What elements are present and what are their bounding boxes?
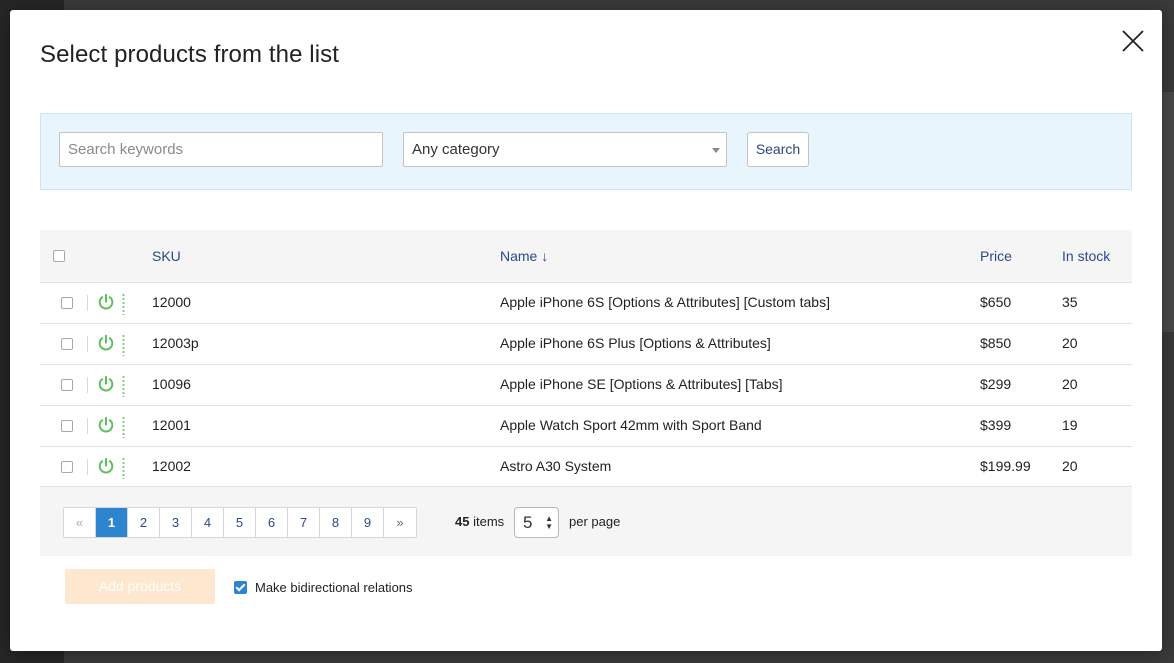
pagination: « 1 2 3 4 5 6 7 8 9 » (63, 507, 417, 538)
column-header-price[interactable]: Price (980, 248, 1012, 264)
pagination-page[interactable]: 5 (224, 508, 256, 537)
per-page-label: per page (569, 514, 621, 529)
cell-name: Apple Watch Sport 42mm with Sport Band (500, 417, 762, 433)
category-select[interactable]: Any category (403, 132, 727, 167)
cell-in-stock: 35 (1062, 294, 1078, 310)
cell-price: $299 (980, 376, 1012, 392)
bidirectional-relations-toggle[interactable]: Make bidirectional relations (234, 580, 413, 595)
add-products-button[interactable]: Add products (65, 569, 215, 604)
stepper-arrows-icon: ▲ ▼ (545, 514, 553, 531)
cell-in-stock: 19 (1062, 417, 1078, 433)
chevron-down-icon (712, 148, 720, 153)
row-checkbox[interactable] (61, 461, 73, 473)
cell-price: $199.99 (980, 458, 1031, 474)
table-row[interactable]: 12002 Astro A30 System $199.99 20 (40, 446, 1132, 487)
drag-handle-icon[interactable] (122, 457, 125, 479)
column-header-in-stock[interactable]: In stock (1062, 248, 1110, 264)
cell-name: Apple iPhone 6S Plus [Options & Attribut… (500, 335, 771, 351)
power-icon[interactable] (97, 375, 115, 393)
search-panel: Any category Search (40, 113, 1132, 190)
cell-in-stock: 20 (1062, 376, 1078, 392)
cell-sku: 10096 (152, 376, 191, 392)
cell-sku: 12002 (152, 458, 191, 474)
drag-handle-icon[interactable] (122, 334, 125, 356)
bidirectional-checkbox[interactable] (234, 581, 247, 594)
drag-handle-icon[interactable] (122, 375, 125, 397)
bidirectional-label: Make bidirectional relations (255, 580, 413, 595)
cell-in-stock: 20 (1062, 458, 1078, 474)
divider (87, 336, 88, 352)
search-input[interactable] (59, 132, 383, 167)
row-checkbox[interactable] (61, 420, 73, 432)
cell-name: Astro A30 System (500, 458, 612, 474)
row-checkbox[interactable] (61, 338, 73, 350)
divider (87, 295, 88, 311)
table-row[interactable]: 12001 Apple Watch Sport 42mm with Sport … (40, 405, 1132, 446)
column-header-name[interactable]: Name ↓ (500, 248, 548, 264)
cell-name: Apple iPhone 6S [Options & Attributes] [… (500, 294, 830, 310)
cell-in-stock: 20 (1062, 335, 1078, 351)
pagination-next[interactable]: » (384, 508, 416, 537)
table-header: SKU Name ↓ Price In stock (40, 230, 1132, 282)
divider (87, 377, 88, 393)
cell-price: $850 (980, 335, 1012, 351)
pagination-page[interactable]: 3 (160, 508, 192, 537)
pagination-page[interactable]: 4 (192, 508, 224, 537)
cell-sku: 12000 (152, 294, 191, 310)
per-page-value: 5 (523, 513, 533, 532)
row-checkbox[interactable] (61, 297, 73, 309)
divider (87, 459, 88, 475)
select-products-dialog: Select products from the list Any catego… (10, 10, 1162, 651)
pagination-page[interactable]: 8 (320, 508, 352, 537)
select-all-checkbox[interactable] (53, 250, 65, 262)
cell-price: $399 (980, 417, 1012, 433)
pagination-page[interactable]: 7 (288, 508, 320, 537)
pagination-prev[interactable]: « (64, 508, 96, 537)
category-select-value: Any category (412, 141, 500, 158)
power-icon[interactable] (97, 416, 115, 434)
pagination-page[interactable]: 2 (128, 508, 160, 537)
divider (87, 418, 88, 434)
items-count: 45 items (455, 514, 504, 529)
table-row[interactable]: 10096 Apple iPhone SE [Options & Attribu… (40, 364, 1132, 405)
power-icon[interactable] (97, 457, 115, 475)
items-count-label: items (473, 514, 505, 529)
cell-sku: 12003p (152, 335, 199, 351)
row-checkbox[interactable] (61, 379, 73, 391)
table-row[interactable]: 12003p Apple iPhone 6S Plus [Options & A… (40, 323, 1132, 364)
cell-name: Apple iPhone SE [Options & Attributes] [… (500, 376, 783, 392)
power-icon[interactable] (97, 334, 115, 352)
cell-price: $650 (980, 294, 1012, 310)
dialog-title: Select products from the list (40, 41, 340, 68)
table-body: 12000 Apple iPhone 6S [Options & Attribu… (40, 282, 1132, 487)
cell-sku: 12001 (152, 417, 191, 433)
drag-handle-icon[interactable] (122, 416, 125, 438)
drag-handle-icon[interactable] (122, 293, 125, 315)
table-row[interactable]: 12000 Apple iPhone 6S [Options & Attribu… (40, 282, 1132, 323)
column-header-sku[interactable]: SKU (152, 248, 181, 264)
products-table: SKU Name ↓ Price In stock 12000 Apple iP… (40, 230, 1132, 556)
backdrop-panel (1160, 92, 1174, 332)
power-icon[interactable] (97, 293, 115, 311)
pagination-page[interactable]: 1 (96, 508, 128, 537)
pagination-page[interactable]: 9 (352, 508, 384, 537)
search-button[interactable]: Search (747, 132, 809, 167)
per-page-select[interactable]: 5 ▲ ▼ (514, 507, 559, 538)
items-count-value: 45 (455, 514, 470, 529)
close-icon[interactable] (1120, 28, 1146, 54)
pagination-page[interactable]: 6 (256, 508, 288, 537)
